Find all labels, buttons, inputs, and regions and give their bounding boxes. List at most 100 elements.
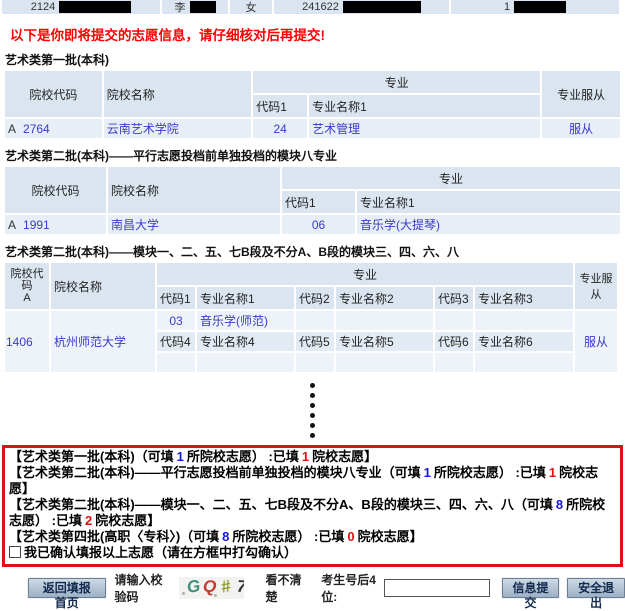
can-fill-count: 8: [556, 497, 563, 512]
summary-box: 【艺术类第一批(本科)（可填1所院校志愿） :已填1院校志愿】 【艺术类第二批(…: [2, 445, 623, 567]
batch2-title: 艺术类第二批(本科)——平行志愿投档前单独投档的模块八专业: [5, 147, 620, 164]
candidate-gender-cell: 女: [230, 0, 272, 14]
batch-letter: A: [8, 122, 16, 136]
col-major-group: 专业: [282, 167, 620, 189]
batch1-table: 院校代码 院校名称 专业 专业服从 代码1 专业名称1 A 2764 云南艺术学院…: [3, 69, 622, 140]
empty-cell: [475, 311, 573, 330]
col-major-name1: 专业名称1: [357, 191, 620, 213]
batch1-title: 艺术类第一批(本科): [5, 51, 620, 68]
empty-cell: [435, 311, 473, 330]
college-name-link[interactable]: 云南艺术学院: [107, 122, 179, 136]
filled-count: 1: [549, 465, 556, 480]
captcha-label: 请输入校验码: [115, 571, 175, 605]
confirm-checkbox[interactable]: [9, 546, 21, 558]
empty-cell: [336, 353, 433, 372]
candidate-id-cell: 1: [451, 0, 619, 14]
col-major-obey: 专业服从: [575, 263, 617, 309]
candidate-info-row: 2124 李 女 241622 1: [2, 0, 623, 14]
col-major-group: 专业: [253, 71, 540, 93]
batch3-table: 院校代码A 院校名称 专业 专业服从 代码1 专业名称1 代码2 专业名称2 代…: [3, 261, 619, 374]
empty-cell: [475, 353, 573, 372]
summary-line: 【艺术类第四批(高职〈专科〉)（可填8所院校志愿） :已填0院校志愿】: [9, 529, 423, 544]
ellipsis-dots: [0, 383, 625, 438]
major-name-link[interactable]: 音乐学(大提琴): [360, 218, 440, 232]
candidate-number: 2124: [31, 1, 55, 13]
col-college-code: 院校代码: [5, 71, 102, 117]
col-college-name: 院校名称: [104, 71, 251, 117]
redaction-bar: [343, 1, 421, 13]
obey-link[interactable]: 服从: [584, 335, 608, 349]
captcha-image: G Q # 7: [179, 577, 243, 599]
college-code-link[interactable]: 1406: [6, 335, 33, 349]
can-fill-count: 1: [424, 465, 431, 480]
submit-warning-text: 以下是你即将提交的志愿信息，请仔细核对后再提交!: [10, 24, 615, 44]
candidate-id: 1: [504, 1, 510, 13]
col-major-name3: 专业名称3: [475, 287, 573, 309]
college-code-cell: 1406: [5, 311, 49, 372]
table-row: 1406 杭州师范大学 03 音乐学(师范) 服从: [5, 311, 617, 330]
college-name-link[interactable]: 杭州师范大学: [54, 335, 126, 349]
sub-header-code6: 代码6: [435, 332, 473, 351]
college-code-link[interactable]: 1991: [23, 218, 50, 232]
col-major-name2: 专业名称2: [336, 287, 433, 309]
back-home-button[interactable]: 返回填报首页: [28, 578, 106, 598]
table-row: A 1991 南昌大学 06 音乐学(大提琴): [5, 215, 620, 234]
major-code-link[interactable]: 06: [312, 218, 325, 232]
col-college-name: 院校名称: [108, 167, 280, 213]
candidate-gender: 女: [246, 0, 257, 14]
exam-id-input[interactable]: [384, 579, 490, 597]
col-college-code: 院校代码A: [5, 263, 49, 309]
sub-header-code4: 代码4: [157, 332, 195, 351]
can-fill-count: 8: [222, 529, 229, 544]
col-major-obey: 专业服从: [542, 71, 620, 117]
redaction-bar: [59, 1, 131, 13]
confirm-label: 我已确认填报以上志愿（请在方框中打勾确认）: [24, 545, 297, 560]
empty-cell: [296, 311, 334, 330]
bottom-toolbar: 返回填报首页 请输入校验码 G Q # 7 看不清楚 考生号后4位: 信息提交 …: [28, 571, 625, 605]
redaction-bar: [190, 1, 216, 13]
col-major-name1: 专业名称1: [309, 95, 540, 117]
college-name-link[interactable]: 南昌大学: [111, 218, 159, 232]
college-code-cell: A 2764: [5, 119, 102, 138]
major-code-link[interactable]: 24: [273, 122, 286, 136]
col-major-code3: 代码3: [435, 287, 473, 309]
captcha-char: #: [219, 577, 232, 598]
empty-cell: [197, 353, 294, 372]
can-fill-count: 1: [177, 449, 184, 464]
major-code-link[interactable]: 03: [169, 314, 182, 328]
col-major-code2: 代码2: [296, 287, 334, 309]
col-major-code1: 代码1: [157, 287, 195, 309]
captcha-refresh-link[interactable]: 看不清楚: [266, 571, 306, 605]
major-name-link[interactable]: 音乐学(师范): [200, 314, 268, 328]
col-major-code1: 代码1: [253, 95, 307, 117]
exam-id-label: 考生号后4位:: [321, 571, 379, 605]
batch3-title: 艺术类第二批(本科)——模块一、二、五、七B段及不分A、B段的模块三、四、六、八: [5, 243, 620, 260]
college-name-cell: 杭州师范大学: [51, 311, 155, 372]
sub-header-major6: 专业名称6: [475, 332, 573, 351]
sub-header-major5: 专业名称5: [336, 332, 433, 351]
major-name-link[interactable]: 艺术管理: [312, 122, 360, 136]
batch2-table: 院校代码 院校名称 专业 代码1 专业名称1 A1991 南昌大学 06 音乐学…: [3, 165, 622, 236]
college-code-link[interactable]: 2764: [23, 122, 50, 136]
redaction-bar: [514, 1, 566, 13]
empty-cell: [435, 353, 473, 372]
candidate-exam-number: 241622: [302, 1, 339, 13]
summary-line: 【艺术类第一批(本科)（可填1所院校志愿） :已填1院校志愿】: [9, 449, 377, 464]
candidate-name-cell: 李: [162, 0, 228, 14]
empty-cell: [336, 311, 433, 330]
summary-line: 【艺术类第二批(本科)——模块一、二、五、七B段及不分A、B段的模块三、四、六、…: [9, 497, 605, 528]
filled-count: 2: [85, 513, 92, 528]
summary-line: 【艺术类第二批(本科)——平行志愿投档前单独投档的模块八专业（可填1所院校志愿）…: [9, 465, 598, 496]
col-major-name1: 专业名称1: [197, 287, 294, 309]
submit-button[interactable]: 信息提交: [502, 578, 560, 598]
sub-header-code5: 代码5: [296, 332, 334, 351]
filled-count: 1: [302, 449, 309, 464]
candidate-name: 李: [175, 0, 186, 14]
col-college-code: 院校代码: [5, 167, 106, 213]
batch-letter: A: [8, 218, 16, 232]
college-code-cell: A 1991: [5, 215, 106, 234]
captcha-char: 7: [236, 577, 243, 597]
obey-link[interactable]: 服从: [569, 122, 593, 136]
logout-button[interactable]: 安全退出: [567, 578, 625, 598]
confirm-row: 我已确认填报以上志愿（请在方框中打勾确认）: [9, 545, 297, 560]
